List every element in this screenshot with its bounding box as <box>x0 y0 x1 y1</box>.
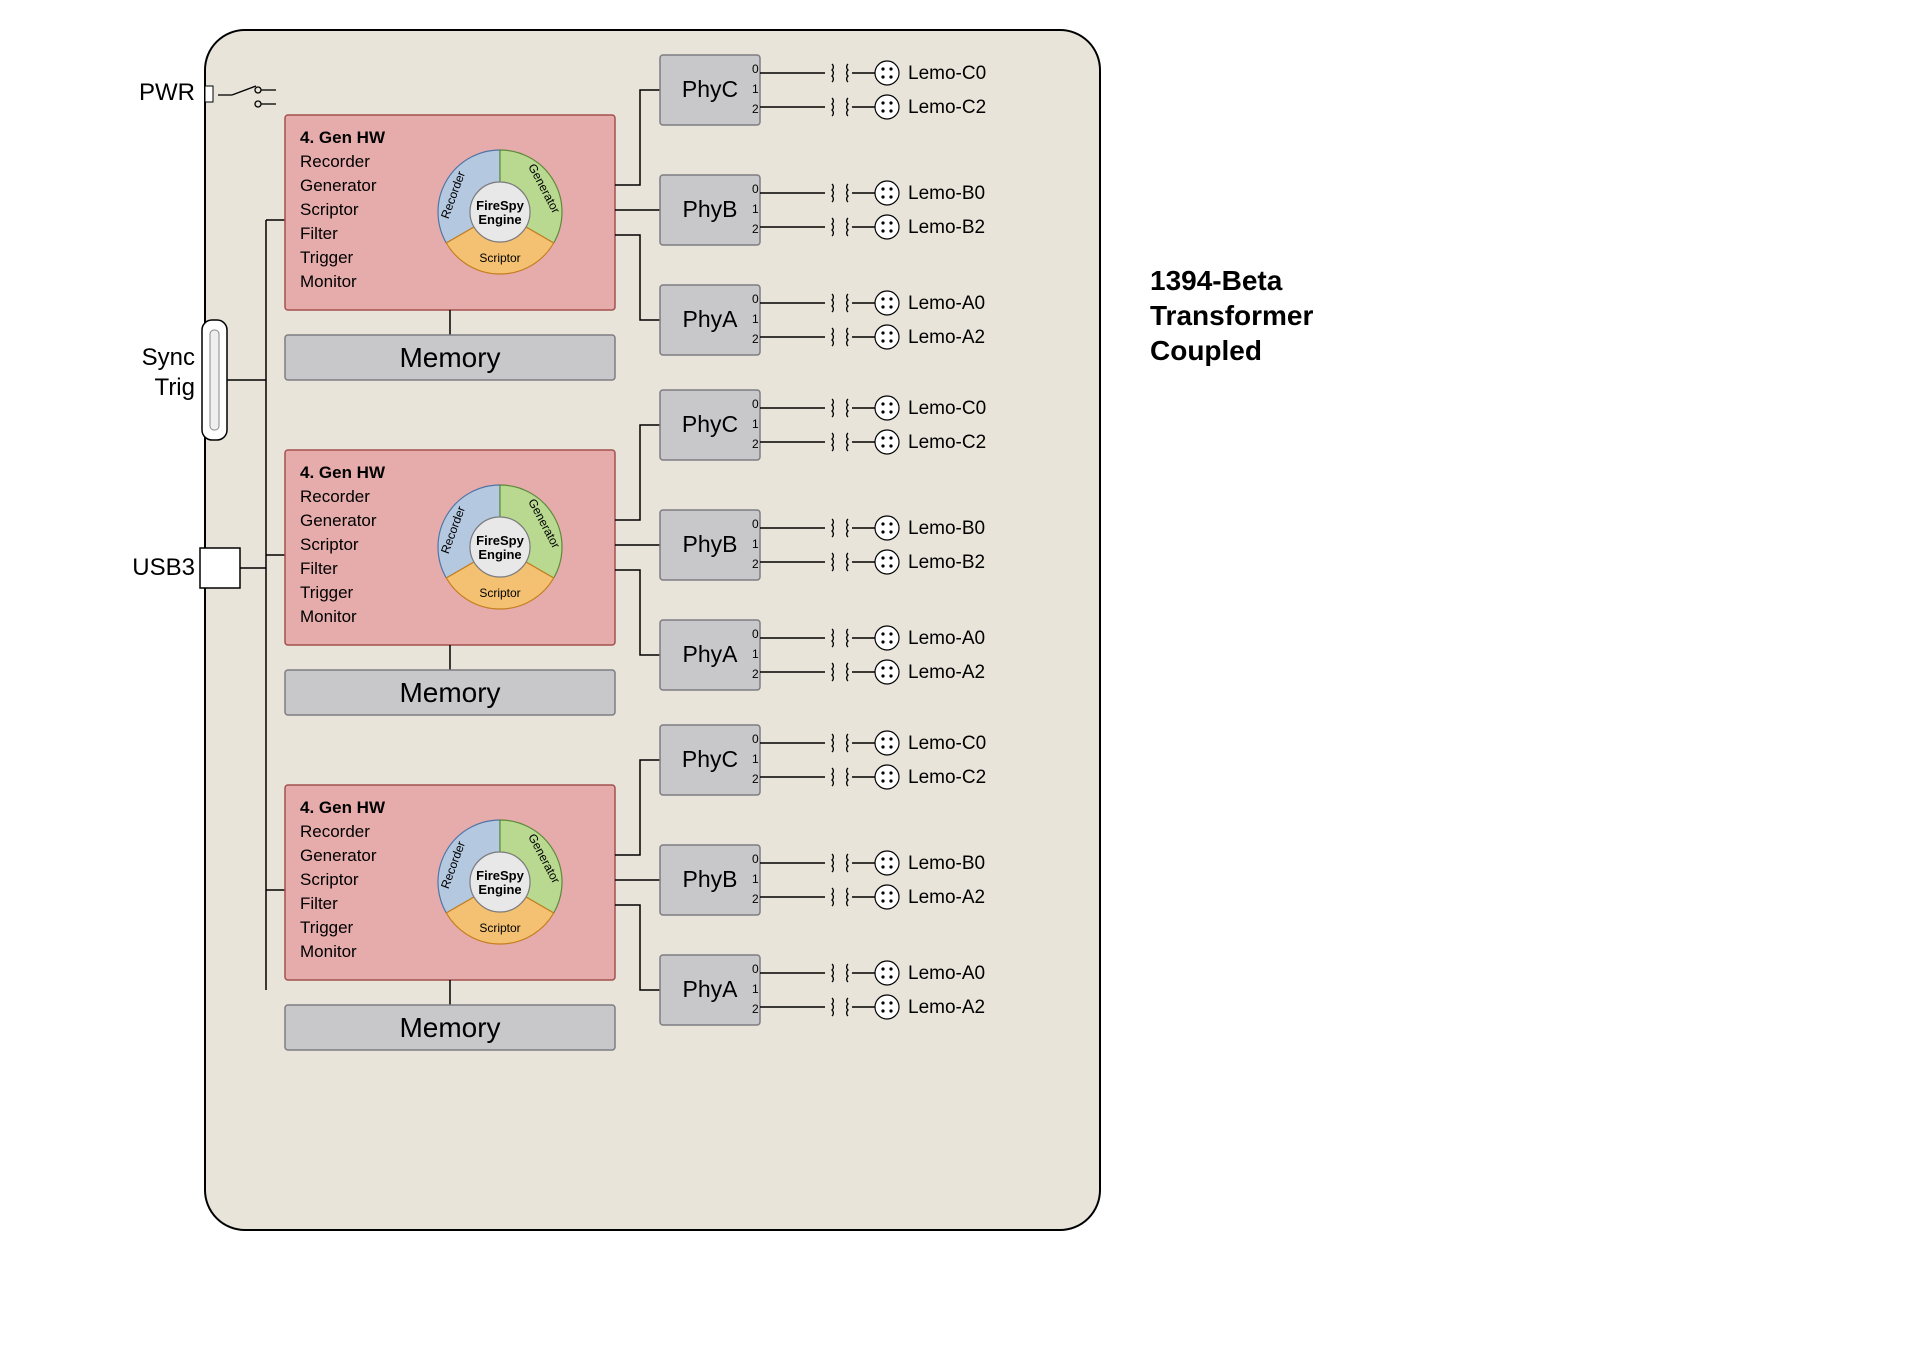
svg-text:2: 2 <box>752 222 759 236</box>
svg-text:Lemo-B2: Lemo-B2 <box>908 552 985 573</box>
svg-text:2: 2 <box>752 437 759 451</box>
svg-text:Scriptor: Scriptor <box>300 870 359 889</box>
svg-text:PhyC: PhyC <box>682 411 738 437</box>
pwr-label: PWR <box>139 79 195 106</box>
svg-text:Monitor: Monitor <box>300 607 357 626</box>
svg-text:Filter: Filter <box>300 894 338 913</box>
svg-text:0: 0 <box>752 852 759 866</box>
svg-text:PhyB: PhyB <box>683 531 738 557</box>
svg-text:2: 2 <box>752 332 759 346</box>
svg-text:FireSpy: FireSpy <box>476 868 524 883</box>
svg-text:Lemo-B2: Lemo-B2 <box>908 217 985 238</box>
svg-text:FireSpy: FireSpy <box>476 198 524 213</box>
usb3-connector-icon <box>200 548 240 588</box>
svg-text:2: 2 <box>752 892 759 906</box>
svg-text:Lemo-B0: Lemo-B0 <box>908 183 985 204</box>
svg-text:1: 1 <box>752 872 759 886</box>
svg-text:Lemo-A0: Lemo-A0 <box>908 963 985 984</box>
svg-text:PhyA: PhyA <box>683 306 739 332</box>
svg-text:1: 1 <box>752 417 759 431</box>
svg-text:Recorder: Recorder <box>300 487 370 506</box>
engine1-title: 4. Gen HW <box>300 128 386 147</box>
svg-text:Lemo-A2: Lemo-A2 <box>908 662 985 683</box>
svg-text:Generator: Generator <box>300 176 377 195</box>
svg-text:Monitor: Monitor <box>300 942 357 961</box>
svg-text:Scriptor: Scriptor <box>479 251 520 265</box>
svg-text:Lemo-C0: Lemo-C0 <box>908 733 986 754</box>
svg-text:0: 0 <box>752 517 759 531</box>
svg-text:Trigger: Trigger <box>300 583 354 602</box>
svg-text:PhyC: PhyC <box>682 746 738 772</box>
svg-text:4. Gen HW: 4. Gen HW <box>300 463 386 482</box>
svg-text:4. Gen HW: 4. Gen HW <box>300 798 386 817</box>
svg-text:Lemo-B0: Lemo-B0 <box>908 518 985 539</box>
svg-text:PhyC: PhyC <box>682 76 738 102</box>
svg-text:Generator: Generator <box>300 846 377 865</box>
svg-text:2: 2 <box>752 772 759 786</box>
svg-text:Scriptor: Scriptor <box>479 586 520 600</box>
sync-label: Sync <box>142 344 195 371</box>
svg-text:Trigger: Trigger <box>300 918 354 937</box>
svg-text:Filter: Filter <box>300 224 338 243</box>
svg-text:0: 0 <box>752 397 759 411</box>
svg-text:1: 1 <box>752 537 759 551</box>
svg-text:PhyA: PhyA <box>683 641 739 667</box>
title-line-1: 1394-Beta <box>1150 265 1283 296</box>
svg-text:Lemo-A0: Lemo-A0 <box>908 293 985 314</box>
svg-text:Filter: Filter <box>300 559 338 578</box>
svg-text:Lemo-A0: Lemo-A0 <box>908 628 985 649</box>
diagram-svg: PWR Sync Trig USB3 4. Gen HW Recorder Ge… <box>0 0 1920 1360</box>
svg-text:Engine: Engine <box>478 547 521 562</box>
donut-icon: FireSpy Engine Recorder Generator Script… <box>438 150 563 274</box>
svg-text:2: 2 <box>752 557 759 571</box>
svg-text:Lemo-A2: Lemo-A2 <box>908 887 985 908</box>
svg-text:0: 0 <box>752 732 759 746</box>
svg-text:Memory: Memory <box>399 1012 500 1043</box>
svg-text:FireSpy: FireSpy <box>476 533 524 548</box>
svg-text:1: 1 <box>752 82 759 96</box>
svg-text:Memory: Memory <box>399 677 500 708</box>
svg-text:Lemo-C2: Lemo-C2 <box>908 97 986 118</box>
sync-trig-inner <box>210 330 219 430</box>
svg-text:0: 0 <box>752 62 759 76</box>
svg-text:PhyB: PhyB <box>683 866 738 892</box>
svg-text:1: 1 <box>752 202 759 216</box>
title-line-2: Transformer <box>1150 300 1313 331</box>
svg-text:2: 2 <box>752 102 759 116</box>
svg-text:Lemo-C2: Lemo-C2 <box>908 432 986 453</box>
svg-text:Lemo-A2: Lemo-A2 <box>908 327 985 348</box>
svg-text:Scriptor: Scriptor <box>300 535 359 554</box>
title-line-3: Coupled <box>1150 335 1262 366</box>
svg-text:Engine: Engine <box>478 212 521 227</box>
svg-text:0: 0 <box>752 627 759 641</box>
svg-text:1: 1 <box>752 752 759 766</box>
memory-label: Memory <box>399 342 500 373</box>
svg-text:Engine: Engine <box>478 882 521 897</box>
svg-text:Scriptor: Scriptor <box>479 921 520 935</box>
svg-text:PhyB: PhyB <box>683 196 738 222</box>
svg-text:0: 0 <box>752 962 759 976</box>
trig-label: Trig <box>155 374 195 401</box>
svg-text:Lemo-C0: Lemo-C0 <box>908 398 986 419</box>
svg-text:0: 0 <box>752 182 759 196</box>
svg-text:Recorder: Recorder <box>300 822 370 841</box>
svg-text:Scriptor: Scriptor <box>300 200 359 219</box>
svg-text:Monitor: Monitor <box>300 272 357 291</box>
svg-text:Lemo-A2: Lemo-A2 <box>908 997 985 1018</box>
svg-text:1: 1 <box>752 982 759 996</box>
svg-text:1: 1 <box>752 647 759 661</box>
svg-text:Generator: Generator <box>300 511 377 530</box>
svg-text:Lemo-C0: Lemo-C0 <box>908 63 986 84</box>
svg-text:Recorder: Recorder <box>300 152 370 171</box>
svg-text:Trigger: Trigger <box>300 248 354 267</box>
svg-text:2: 2 <box>752 667 759 681</box>
svg-text:2: 2 <box>752 1002 759 1016</box>
svg-text:PhyA: PhyA <box>683 976 739 1002</box>
usb3-label: USB3 <box>132 554 195 581</box>
pwr-port <box>205 86 213 102</box>
svg-text:0: 0 <box>752 292 759 306</box>
svg-text:1: 1 <box>752 312 759 326</box>
svg-text:Lemo-C2: Lemo-C2 <box>908 767 986 788</box>
svg-text:Lemo-B0: Lemo-B0 <box>908 853 985 874</box>
